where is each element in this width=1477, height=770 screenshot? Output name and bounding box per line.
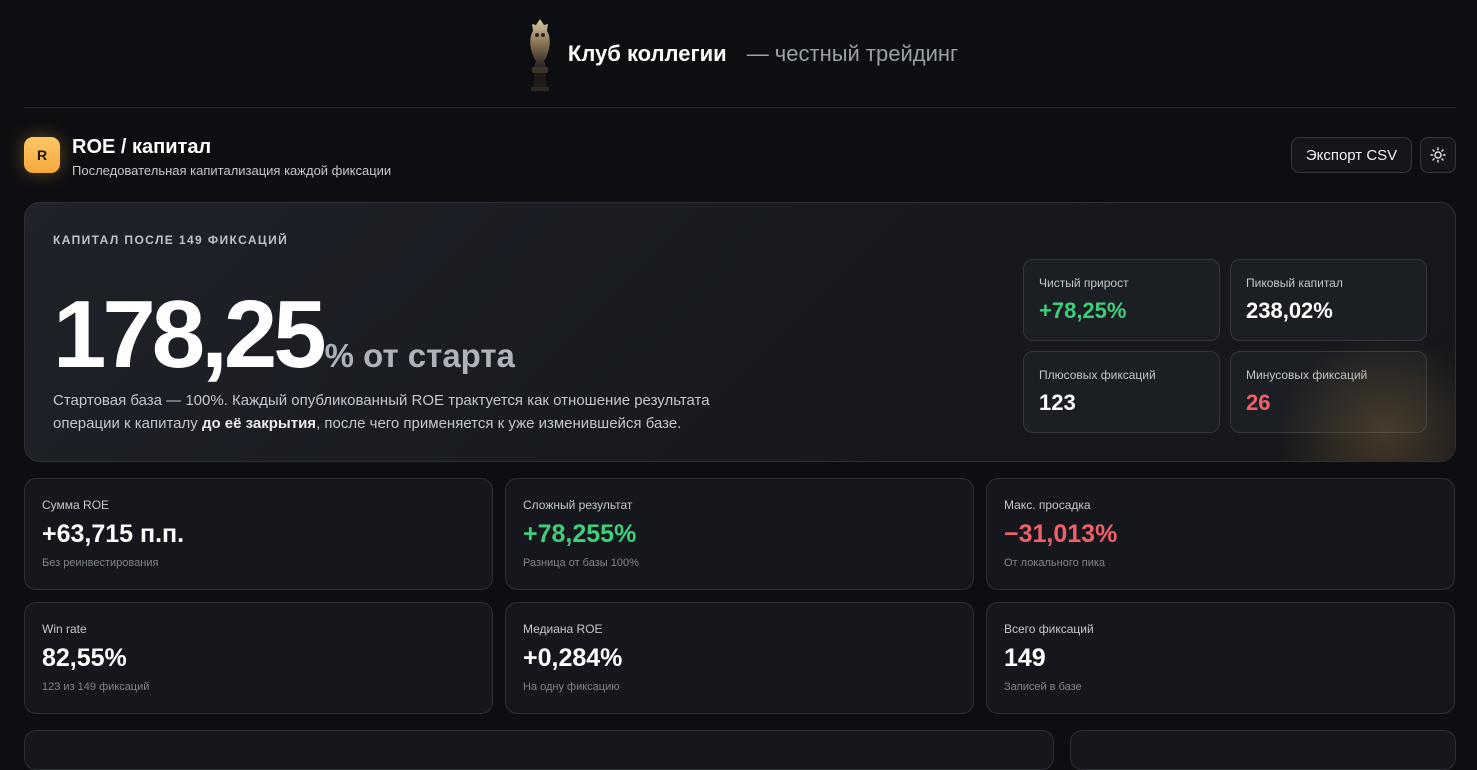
card-median-roe: Медиана ROE +0,284% На одну фиксацию bbox=[505, 602, 974, 714]
capital-suffix: % от старта bbox=[324, 337, 515, 374]
card-label: Сложный результат bbox=[523, 498, 633, 512]
stat-value: 123 bbox=[1039, 390, 1076, 415]
owl-statue-logo bbox=[522, 15, 558, 93]
card-label: Макс. просадка bbox=[1004, 498, 1091, 512]
card-total-fixations: Всего фиксаций 149 Записей в базе bbox=[986, 602, 1455, 714]
sun-icon bbox=[1430, 147, 1446, 163]
card-max-drawdown: Макс. просадка −31,013% От локального пи… bbox=[986, 478, 1455, 590]
brand-subtitle: — честный трейдинг bbox=[746, 40, 959, 66]
card-compound-result: Сложный результат +78,255% Разница от ба… bbox=[505, 478, 974, 590]
stat-label: Плюсовых фиксаций bbox=[1039, 368, 1156, 382]
stat-value: +78,25% bbox=[1039, 298, 1127, 323]
chart-panel-partial bbox=[24, 730, 1054, 770]
card-note: Без реинвестирования bbox=[42, 557, 159, 569]
theme-toggle-button[interactable] bbox=[1420, 137, 1456, 173]
card-value: +63,715 п.п. bbox=[42, 520, 185, 548]
stat-value: 238,02% bbox=[1246, 298, 1333, 323]
section-badge: R bbox=[24, 137, 60, 173]
stat-plus-fixations: Плюсовых фиксаций 123 bbox=[1023, 351, 1220, 433]
capital-label: КАПИТАЛ ПОСЛЕ 149 ФИКСАЦИЙ bbox=[53, 233, 289, 247]
stat-label: Чистый прирост bbox=[1039, 276, 1129, 290]
card-value: +0,284% bbox=[523, 644, 623, 672]
card-label: Сумма ROE bbox=[42, 498, 110, 512]
card-value: 149 bbox=[1004, 644, 1046, 672]
card-label: Медиана ROE bbox=[523, 622, 603, 636]
stat-label: Пиковый капитал bbox=[1246, 276, 1343, 290]
capital-description: Стартовая база — 100%. Каждый опубликова… bbox=[53, 389, 733, 435]
card-note: От локального пика bbox=[1004, 557, 1106, 569]
page-subtitle: Последовательная капитализация каждой фи… bbox=[72, 163, 392, 178]
desc-text-2: , после чего применяется к уже изменивше… bbox=[316, 415, 682, 432]
side-panel-partial bbox=[1070, 730, 1456, 770]
card-note: На одну фиксацию bbox=[523, 681, 620, 693]
stat-minus-fixations: Минусовых фиксаций 26 bbox=[1230, 351, 1427, 433]
top-bar: Клуб коллегии — честный трейдинг bbox=[24, 0, 1456, 108]
brand-title: Клуб коллегии bbox=[567, 40, 727, 66]
capital-big-number: 178,25 bbox=[53, 281, 327, 388]
stat-peak-capital: Пиковый капитал 238,02% bbox=[1230, 259, 1427, 341]
stat-net-growth: Чистый прирост +78,25% bbox=[1023, 259, 1220, 341]
card-win-rate: Win rate 82,55% 123 из 149 фиксаций bbox=[24, 602, 493, 714]
page-header: R ROE / капитал Последовательная капитал… bbox=[24, 136, 1456, 186]
card-value: 82,55% bbox=[42, 644, 127, 672]
card-note: Записей в базе bbox=[1004, 681, 1082, 693]
card-label: Win rate bbox=[42, 622, 87, 636]
card-value: +78,255% bbox=[523, 520, 637, 548]
stat-label: Минусовых фиксаций bbox=[1246, 368, 1368, 382]
export-csv-button[interactable]: Экспорт CSV bbox=[1291, 137, 1412, 173]
capital-value: 178,25 % от старта bbox=[53, 287, 515, 383]
card-note: 123 из 149 фиксаций bbox=[42, 681, 150, 693]
card-value: −31,013% bbox=[1004, 520, 1118, 548]
card-label: Всего фиксаций bbox=[1004, 622, 1094, 636]
stat-value: 26 bbox=[1246, 390, 1271, 415]
desc-bold: до её закрытия bbox=[201, 415, 317, 432]
capital-summary-panel: КАПИТАЛ ПОСЛЕ 149 ФИКСАЦИЙ 178,25 % от с… bbox=[24, 202, 1456, 462]
card-roe-sum: Сумма ROE +63,715 п.п. Без реинвестирова… bbox=[24, 478, 493, 590]
page-title: ROE / капитал bbox=[72, 136, 212, 158]
card-note: Разница от базы 100% bbox=[523, 557, 639, 569]
